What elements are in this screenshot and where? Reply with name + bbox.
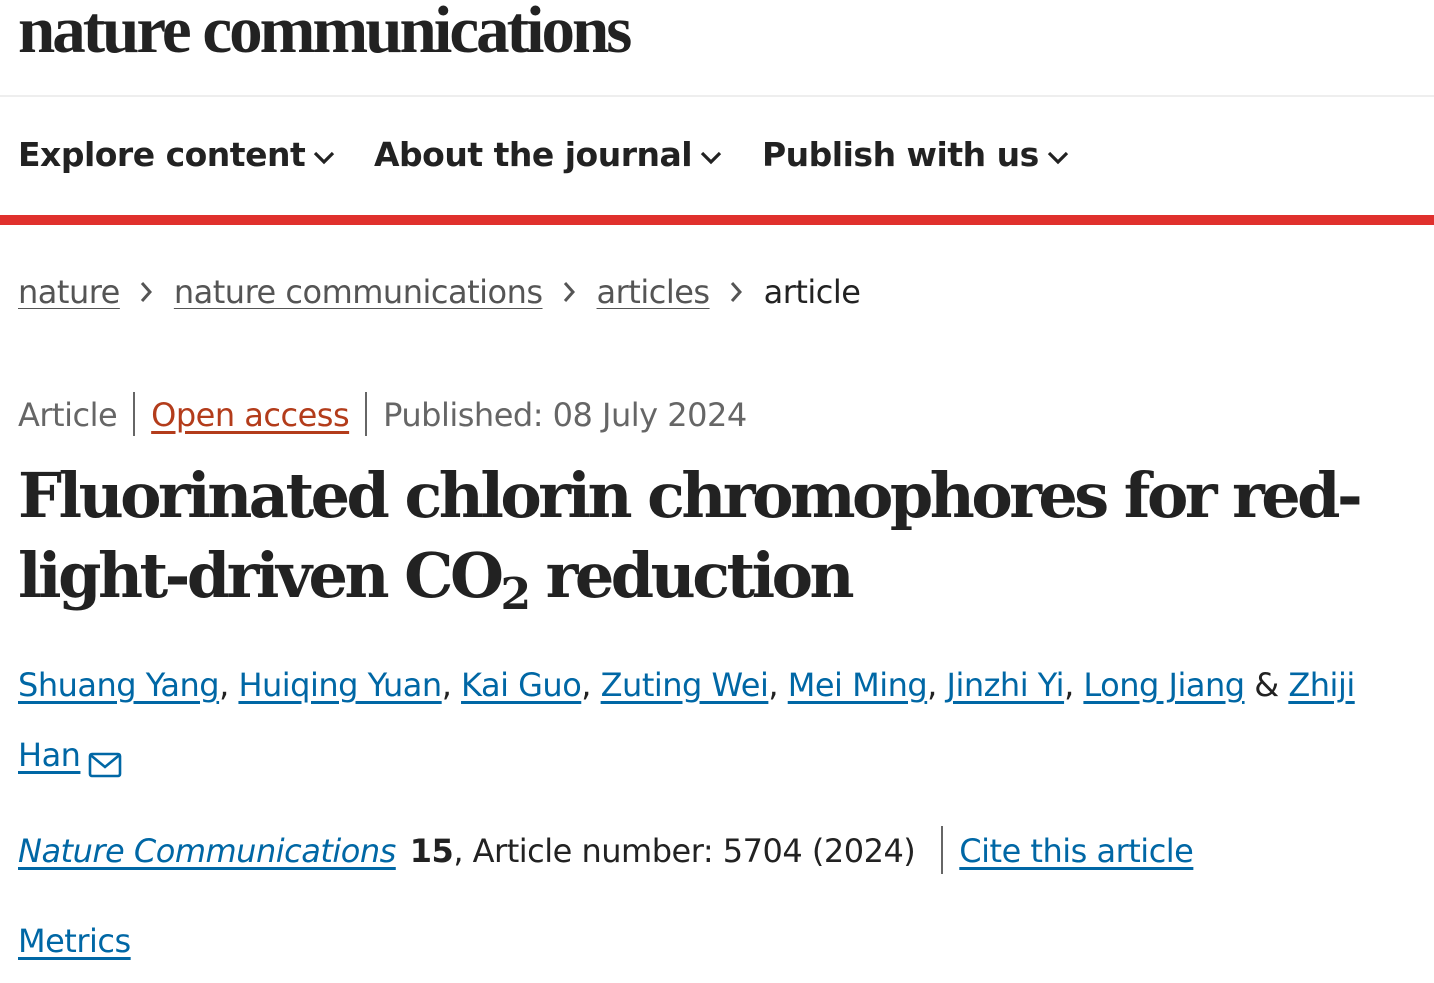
author-link[interactable]: Long Jiang [1083, 666, 1245, 704]
chevron-down-icon [700, 134, 722, 173]
author-separator: , [219, 666, 239, 704]
accent-rule [0, 215, 1434, 225]
nav-explore-content[interactable]: Explore content [18, 135, 335, 174]
article-type: Article [18, 396, 118, 434]
author-separator: , [1064, 666, 1084, 704]
journal-link[interactable]: Nature Communications [18, 832, 396, 870]
mail-icon[interactable] [88, 732, 122, 802]
author-separator: , [441, 666, 462, 704]
author-separator: , [927, 666, 947, 704]
nav-explore-content-label: Explore content [18, 135, 306, 174]
nav-publish-with-us-label: Publish with us [762, 135, 1039, 174]
volume-number: 15 [409, 832, 454, 870]
cite-this-article-link[interactable]: Cite this article [959, 832, 1194, 870]
article-meta: Article Open access Published: 08 July 202… [18, 392, 747, 436]
chevron-right-icon [730, 273, 742, 311]
author-link[interactable]: Shuang Yang [18, 666, 220, 704]
citation-line: Nature Communications 15, Article number:… [18, 826, 1194, 874]
nav-publish-with-us[interactable]: Publish with us [762, 135, 1069, 174]
breadcrumb-articles[interactable]: articles [597, 273, 711, 311]
author-separator: , [768, 666, 788, 704]
nav-about-journal-label: About the journal [374, 135, 693, 174]
chevron-right-icon [140, 273, 152, 311]
citation-divider [941, 826, 944, 874]
site-header: nature communications [0, 0, 1434, 97]
author-link[interactable]: Zuting Wei [601, 666, 769, 704]
author-link[interactable]: Kai Guo [461, 666, 582, 704]
author-list: Shuang Yang, Huiqing Yuan, Kai Guo, Zuti… [18, 650, 1418, 802]
nav-about-journal[interactable]: About the journal [374, 135, 722, 174]
author-link[interactable]: Jinzhi Yi [947, 666, 1065, 704]
meta-divider [133, 392, 136, 436]
breadcrumb-current: article [763, 273, 861, 311]
author-link[interactable]: Mei Ming [788, 666, 928, 704]
article-number: , Article number: 5704 (2024) [453, 832, 916, 870]
article-title-subscript: 2 [500, 569, 531, 620]
article-title: Fluorinated chlorin chromophores for red… [18, 456, 1418, 617]
meta-divider [365, 392, 368, 436]
breadcrumb-nature-communications[interactable]: nature communications [174, 273, 543, 311]
journal-logo[interactable]: nature communications [18, 0, 632, 69]
breadcrumb: nature nature communications articles artic… [18, 273, 861, 311]
author-last-separator: & [1244, 666, 1289, 704]
article-title-end: reduction [527, 539, 855, 612]
breadcrumb-nature[interactable]: nature [18, 273, 120, 311]
metrics-link[interactable]: Metrics [18, 922, 131, 960]
chevron-down-icon [1047, 134, 1069, 173]
chevron-right-icon [563, 273, 575, 311]
main-nav: Explore content About the journal Publis… [0, 97, 1434, 215]
published-date: Published: 08 July 2024 [383, 396, 747, 434]
author-separator: , [581, 666, 601, 704]
chevron-down-icon [313, 134, 335, 173]
open-access-link[interactable]: Open access [151, 396, 349, 434]
author-link[interactable]: Huiqing Yuan [238, 666, 442, 704]
